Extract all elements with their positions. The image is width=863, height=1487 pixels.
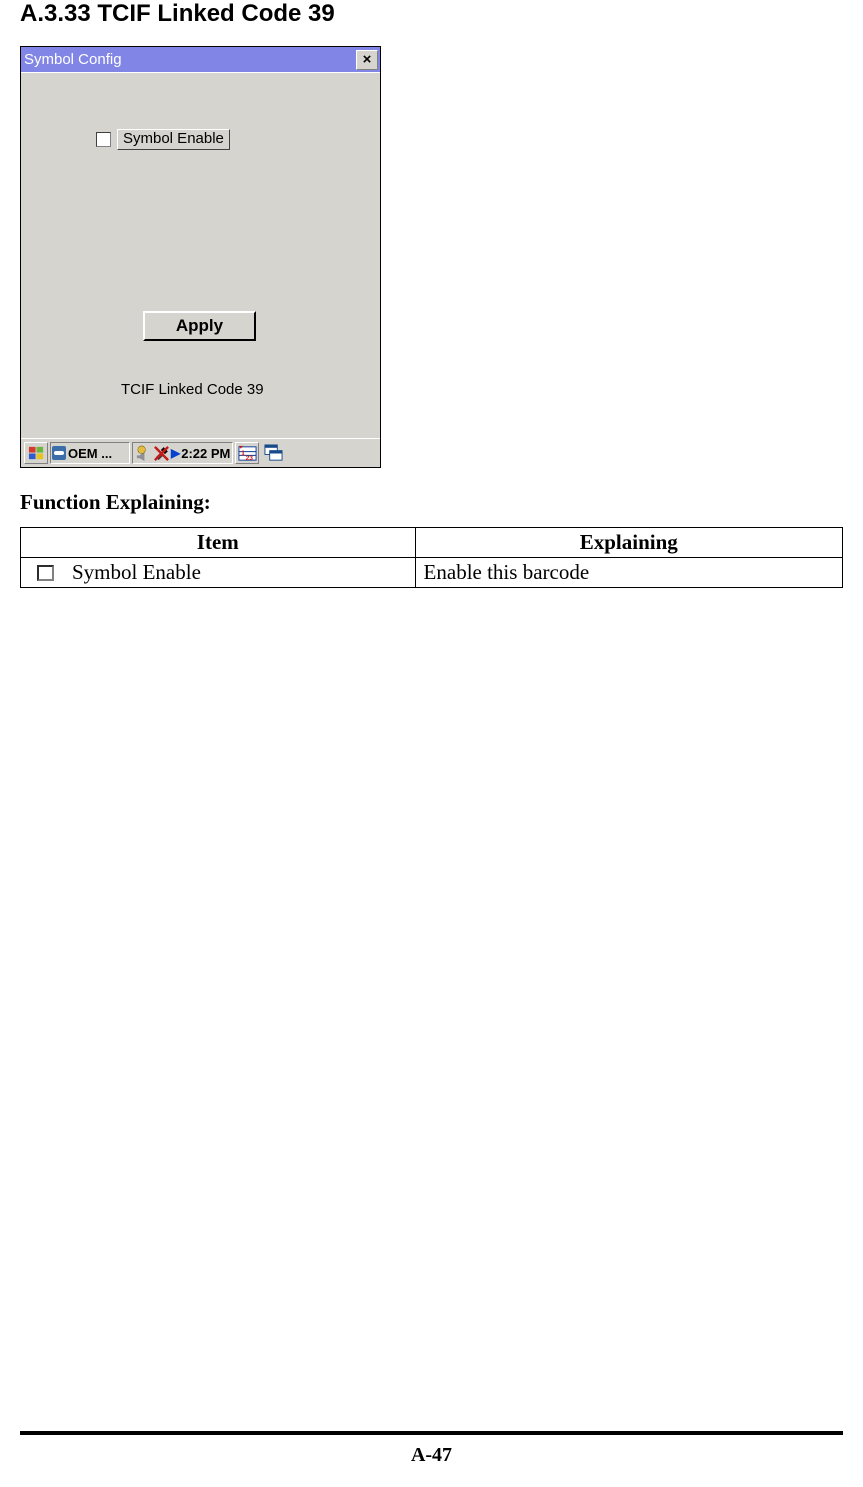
titlebar: Symbol Config ×	[21, 47, 380, 72]
window-body: Symbol Enable Apply TCIF Linked Code 39	[21, 72, 380, 438]
taskbar-oem-button[interactable]: OEM ...	[50, 442, 130, 464]
status-text: TCIF Linked Code 39	[121, 381, 264, 398]
table-header-item: Item	[21, 528, 416, 558]
sync-icon	[52, 446, 66, 460]
connection-icon	[153, 445, 170, 462]
document-page: A.3.33 TCIF Linked Code 39 Symbol Config…	[0, 0, 863, 1487]
table-header-row: Item Explaining	[21, 528, 843, 558]
volume-icon	[135, 445, 152, 462]
apply-button[interactable]: Apply	[143, 311, 256, 341]
taskbar-clock: 2:22 PM	[181, 446, 230, 461]
window-title: Symbol Config	[24, 51, 122, 68]
table-cell-item: Symbol Enable	[21, 558, 416, 588]
close-icon: ×	[363, 52, 372, 67]
tray-arrow-icon: ▶	[171, 446, 180, 460]
table-item-text: Symbol Enable	[72, 560, 201, 585]
keyboard-icon: 123	[238, 444, 257, 463]
oem-button-label: OEM ...	[68, 446, 112, 461]
symbol-enable-checkbox[interactable]	[96, 132, 111, 147]
close-button[interactable]: ×	[356, 50, 378, 70]
start-button[interactable]	[24, 442, 48, 464]
symbol-enable-row: Symbol Enable	[96, 129, 230, 150]
function-table: Item Explaining Symbol Enable Enable thi…	[20, 527, 843, 588]
symbol-enable-label-button[interactable]: Symbol Enable	[117, 129, 230, 150]
svg-text:23: 23	[245, 455, 253, 462]
windows-flag-icon	[28, 445, 45, 462]
screenshot-window: Symbol Config × Symbol Enable Apply TCIF…	[20, 46, 381, 468]
system-tray[interactable]: ▶ 2:22 PM	[132, 442, 233, 464]
sip-keyboard-button[interactable]: 123	[235, 442, 259, 464]
checkbox-icon	[37, 565, 54, 581]
taskbar: OEM ... ▶ 2:22 PM 123	[21, 438, 380, 467]
table-cell-explain: Enable this barcode	[415, 558, 842, 588]
function-explaining-heading: Function Explaining:	[20, 490, 843, 515]
table-header-explaining: Explaining	[415, 528, 842, 558]
section-heading-main: A.3.33 TCIF Linked Code 39	[20, 0, 843, 28]
table-row: Symbol Enable Enable this barcode	[21, 558, 843, 588]
page-number: A-47	[0, 1444, 863, 1467]
footer-rule	[20, 1431, 843, 1435]
desktop-button[interactable]	[261, 442, 285, 464]
cascade-windows-icon	[264, 444, 283, 463]
